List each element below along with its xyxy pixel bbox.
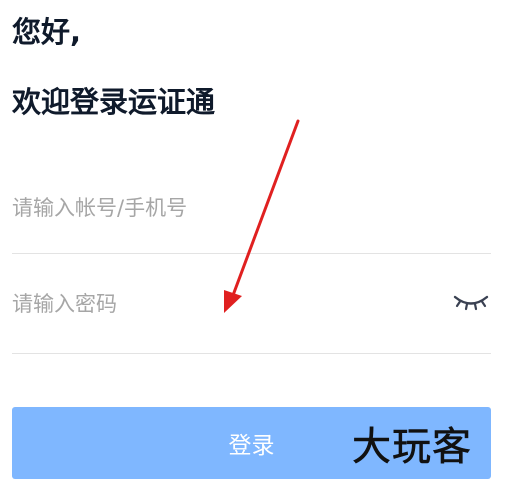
account-input[interactable] xyxy=(12,192,432,224)
eye-closed-icon[interactable] xyxy=(451,290,491,314)
greeting-welcome: 欢迎登录运证通 xyxy=(12,85,216,119)
greeting-hello: 您好, xyxy=(12,15,82,49)
login-button[interactable]: 登录 xyxy=(12,407,491,479)
password-field xyxy=(12,276,491,354)
account-field xyxy=(12,180,491,254)
password-input[interactable] xyxy=(12,288,432,320)
